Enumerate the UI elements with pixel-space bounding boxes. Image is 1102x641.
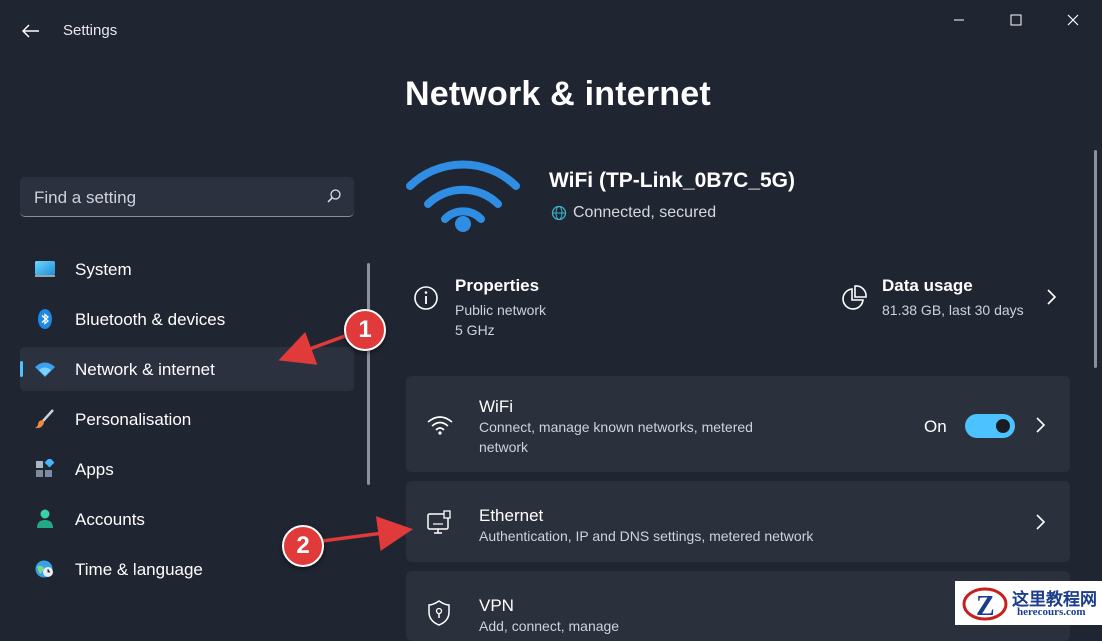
annotation-arrow-1 — [278, 331, 346, 365]
annotation-arrows — [278, 331, 413, 551]
watermark-en-text: herecours.com — [1017, 606, 1086, 618]
step-badge-1: 1 — [344, 309, 386, 351]
watermark: Z 这里教程网 herecours.com — [955, 581, 1102, 625]
svg-text:Z: Z — [976, 591, 995, 622]
step-badge-2: 2 — [282, 525, 324, 567]
watermark-logo: Z — [962, 587, 1008, 622]
annotation-arrow-2 — [321, 516, 413, 551]
